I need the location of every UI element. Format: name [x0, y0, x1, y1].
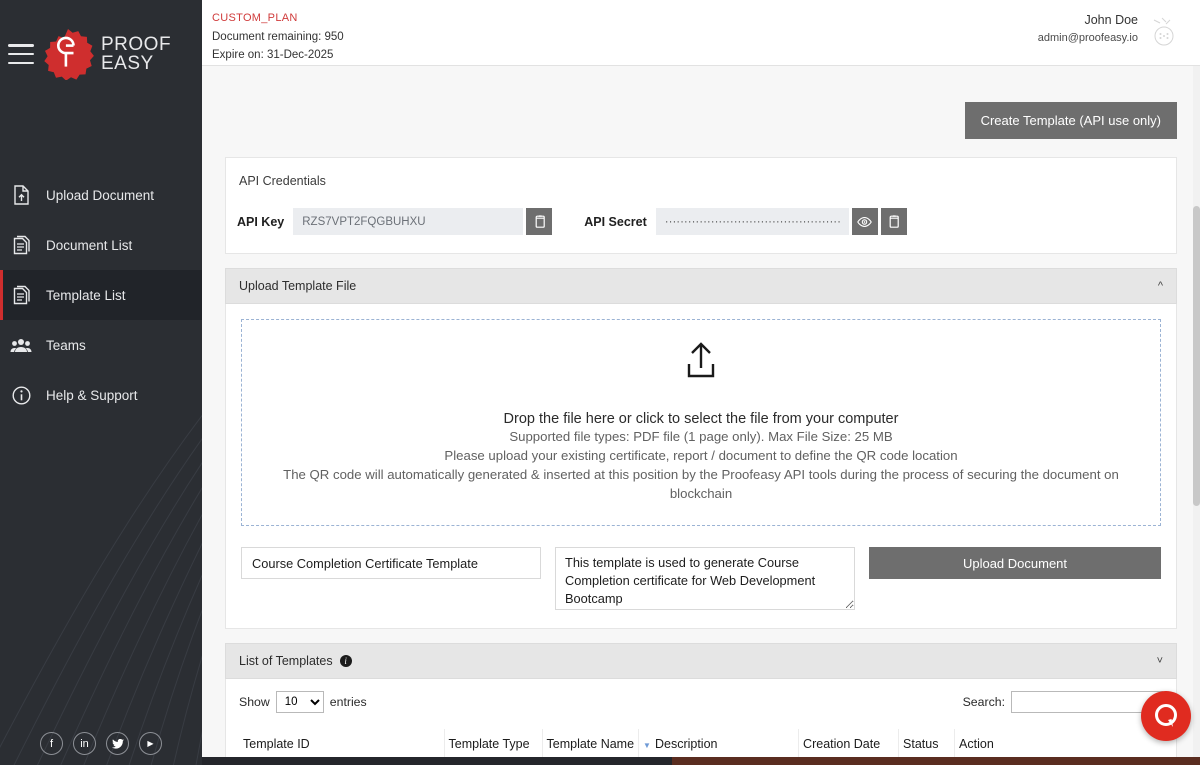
teams-icon	[10, 337, 32, 353]
sidebar-item-help-support[interactable]: Help & Support	[0, 370, 202, 420]
template-list-icon	[10, 285, 32, 305]
api-secret-label: API Secret	[584, 214, 647, 229]
documents-remaining: Document remaining: 950	[212, 30, 344, 43]
brand-line-1: PROOF	[101, 34, 172, 55]
upload-document-button[interactable]: Upload Document	[869, 547, 1161, 579]
sidebar-item-label: Template List	[46, 287, 126, 303]
sidebar-item-label: Document List	[46, 237, 133, 253]
copy-icon[interactable]	[526, 208, 553, 235]
facebook-glyph: f	[49, 737, 54, 750]
linkedin-icon[interactable]: in	[73, 732, 96, 755]
list-of-templates-title: List of Templates	[239, 654, 333, 668]
hamburger-menu-icon[interactable]	[8, 44, 34, 64]
upload-template-title: Upload Template File	[239, 279, 357, 293]
dropzone-qr-note: The QR code will automatically generated…	[283, 467, 1119, 502]
help-support-icon	[10, 385, 32, 405]
app-root: PROOF EASY Upload Document Document List	[0, 0, 1200, 765]
plan-expiry: Expire on: 31-Dec-2025	[212, 49, 334, 62]
api-secret-input[interactable]	[655, 208, 849, 235]
info-icon[interactable]: i	[339, 655, 352, 667]
brand-wordmark: PROOF EASY	[101, 35, 171, 73]
page-size-control: Show 10 25 50 100 entries	[239, 691, 367, 713]
template-name-input[interactable]	[241, 547, 541, 579]
list-of-templates-accordion-header[interactable]: List of Templates i ˅	[225, 643, 1177, 679]
vertical-scrollbar[interactable]	[1193, 66, 1200, 757]
sidebar-item-upload-document[interactable]: Upload Document	[0, 170, 202, 220]
dropzone-primary-text: Drop the file here or click to select th…	[503, 410, 899, 427]
user-email: admin@proofeasy.io	[1037, 32, 1138, 44]
list-of-templates-body: Show 10 25 50 100 entries Search:	[225, 679, 1177, 762]
upload-arrow-icon	[684, 342, 718, 385]
copy-icon[interactable]	[880, 208, 907, 235]
twitter-icon[interactable]	[106, 732, 129, 755]
upload-template-accordion-header[interactable]: Upload Template File ^	[225, 268, 1177, 304]
youtube-play-glyph: ▶	[147, 739, 154, 748]
chevron-down-icon[interactable]: ˅	[1157, 655, 1163, 667]
upload-document-icon	[10, 185, 32, 205]
upload-template-body: Drop the file here or click to select th…	[225, 304, 1177, 629]
primary-action-row: Create Template (API use only)	[225, 66, 1177, 139]
api-credentials-card: API Credentials API Key API Secret	[225, 157, 1177, 254]
sidebar-decoration	[0, 414, 202, 765]
twitter-bird-glyph	[111, 738, 124, 749]
search-label: Search:	[962, 695, 1005, 709]
table-controls: Show 10 25 50 100 entries Search:	[239, 691, 1163, 713]
file-dropzone[interactable]: Drop the file here or click to select th…	[241, 319, 1161, 526]
youtube-icon[interactable]: ▶	[139, 732, 162, 755]
social-links: f in ▶	[0, 732, 202, 755]
api-credentials-row: API Key API Secret	[237, 208, 1165, 235]
brand-logo[interactable]: PROOF EASY	[42, 28, 171, 81]
sidebar-item-template-list[interactable]: Template List	[0, 270, 202, 320]
top-bar: CUSTOM_PLAN Document remaining: 950 Expi…	[202, 0, 1200, 66]
proofeasy-seal-icon	[42, 28, 94, 81]
dropzone-instruction: Please upload your existing certificate,…	[444, 447, 958, 463]
create-template-button[interactable]: Create Template (API use only)	[964, 102, 1177, 139]
dropzone-file-types: Supported file types: PDF file (1 page o…	[509, 428, 893, 444]
eye-icon[interactable]	[851, 208, 878, 235]
sidebar-item-label: Upload Document	[46, 187, 155, 203]
sidebar-nav: Upload Document Document List Template L…	[0, 170, 202, 420]
sidebar: PROOF EASY Upload Document Document List	[0, 0, 202, 765]
show-label: Show	[239, 695, 270, 709]
plan-info: CUSTOM_PLAN Document remaining: 950 Expi…	[212, 10, 344, 65]
sort-descending-icon: ▼	[643, 741, 651, 750]
sidebar-item-label: Help & Support	[46, 387, 138, 403]
entries-label: entries	[329, 695, 367, 709]
sidebar-header: PROOF EASY	[0, 0, 202, 108]
page-size-select[interactable]: 10 25 50 100	[275, 691, 324, 713]
user-info[interactable]: John Doe admin@proofeasy.io	[1038, 10, 1182, 48]
user-name: John Doe	[1084, 13, 1138, 27]
brand-line-2: EASY	[101, 53, 154, 74]
search-input[interactable]	[1011, 691, 1163, 713]
page-content: Create Template (API use only) API Crede…	[202, 66, 1200, 762]
column-description-label: Description	[654, 737, 718, 751]
chevron-up-icon[interactable]: ^	[1158, 280, 1163, 292]
bottom-edge-strip	[202, 757, 1200, 765]
list-title-wrap: List of Templates i	[239, 654, 352, 668]
chat-support-button[interactable]	[1141, 691, 1191, 741]
document-list-icon	[10, 235, 32, 255]
template-form-row: Upload Document	[241, 547, 1161, 610]
linkedin-glyph: in	[80, 737, 89, 750]
facebook-icon[interactable]: f	[40, 732, 63, 755]
table-search: Search:	[963, 691, 1163, 713]
api-credentials-title: API Credentials	[239, 174, 326, 188]
plan-name: CUSTOM_PLAN	[212, 12, 298, 24]
bottom-edge-accent	[672, 757, 1200, 765]
chat-bubble-icon	[1155, 704, 1177, 727]
sidebar-item-document-list[interactable]: Document List	[0, 220, 202, 270]
avatar	[1153, 17, 1174, 46]
api-key-label: API Key	[237, 214, 285, 229]
upload-template-title-wrap: Upload Template File	[239, 279, 356, 293]
sidebar-item-label: Teams	[46, 337, 86, 353]
api-key-input[interactable]	[293, 208, 524, 235]
main-area: CUSTOM_PLAN Document remaining: 950 Expi…	[202, 0, 1200, 765]
scrollbar-thumb[interactable]	[1193, 206, 1200, 506]
template-description-input[interactable]	[555, 547, 855, 610]
sidebar-item-teams[interactable]: Teams	[0, 320, 202, 370]
